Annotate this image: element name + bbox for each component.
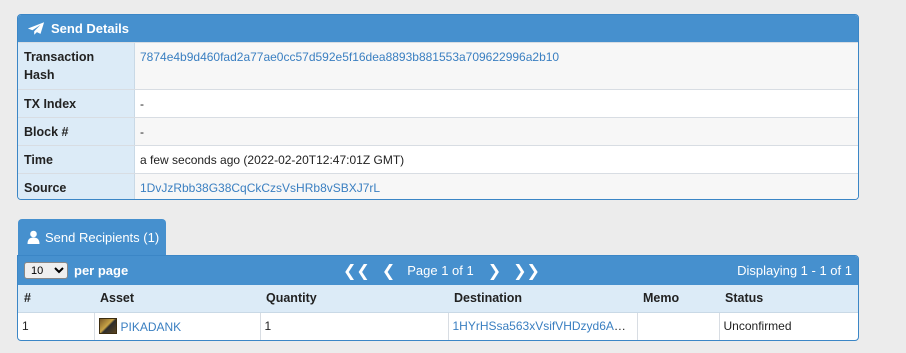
detail-label: Block #	[18, 118, 135, 145]
detail-value: a few seconds ago (2022-02-20T12:47:01Z …	[140, 153, 405, 167]
last-page-button[interactable]: ❯❯	[513, 261, 540, 281]
destination-link[interactable]: 1HYrHSsa563xVsifVHDzyd6Ab3pgCjV5Ns	[453, 319, 637, 333]
detail-label: Transaction Hash	[18, 43, 135, 89]
cell-quantity: 1	[260, 312, 449, 340]
send-details-header: Send Details	[18, 15, 858, 42]
detail-row-block: Block # -	[18, 117, 858, 145]
page-indicator: Page 1 of 1	[407, 263, 474, 278]
tab-send-recipients[interactable]: Send Recipients (1)	[18, 219, 166, 255]
column-header-quantity[interactable]: Quantity	[260, 285, 448, 313]
asset-link[interactable]: PIKADANK	[121, 320, 182, 334]
transaction-hash-link[interactable]: 7874e4b9d460fad2a77ae0cc57d592e5f16dea88…	[140, 50, 559, 64]
cell-status: Unconfirmed	[723, 319, 792, 334]
send-details-title: Send Details	[51, 21, 130, 36]
column-header-asset[interactable]: Asset	[94, 285, 260, 313]
per-page-select[interactable]: 10	[24, 262, 68, 279]
send-details-panel: Send Details Transaction Hash 7874e4b9d4…	[17, 14, 859, 200]
cell-asset: PIKADANK	[94, 312, 261, 340]
detail-label: Source	[18, 174, 135, 199]
table-row: 1 PIKADANK 1 1HYrHSsa563xVsifVHDzyd6Ab3p…	[18, 312, 858, 340]
detail-value: -	[135, 118, 858, 145]
detail-label: Time	[18, 146, 135, 173]
column-header-status[interactable]: Status	[719, 285, 858, 313]
table-header-row: # Asset Quantity Destination Memo Status	[18, 285, 858, 313]
detail-row-source: Source 1DvJzRbb38G38CqCkCzsVsHRb8vSBXJ7r…	[18, 173, 858, 199]
recipients-table: # Asset Quantity Destination Memo Status…	[18, 285, 858, 340]
per-page-label: per page	[74, 263, 129, 278]
column-header-memo[interactable]: Memo	[637, 285, 719, 313]
cell-memo	[637, 312, 720, 340]
column-header-index[interactable]: #	[18, 285, 94, 313]
detail-value: -	[140, 97, 144, 111]
detail-label: TX Index	[18, 90, 135, 117]
first-page-button[interactable]: ❮❮	[343, 261, 370, 281]
cell-index: 1	[18, 312, 95, 340]
recipients-grid: 10 per page ❮❮ ❮ Page 1 of 1 ❯ ❯❯ Displa…	[17, 255, 859, 341]
prev-page-button[interactable]: ❮	[382, 261, 395, 281]
tab-label: Send Recipients (1)	[45, 229, 160, 245]
user-icon	[27, 230, 40, 244]
detail-row-time: Time a few seconds ago (2022-02-20T12:47…	[18, 145, 858, 173]
detail-row-tx-index: TX Index -	[18, 89, 858, 117]
paper-plane-icon	[27, 22, 45, 35]
asset-icon	[98, 318, 117, 335]
source-address-link[interactable]: 1DvJzRbb38G38CqCkCzsVsHRb8vSBXJ7rL	[140, 181, 380, 195]
detail-row-hash: Transaction Hash 7874e4b9d460fad2a77ae0c…	[18, 42, 858, 89]
column-header-destination[interactable]: Destination	[448, 285, 637, 313]
displaying-count: Displaying 1 - 1 of 1	[737, 263, 852, 278]
pager-nav: ❮❮ ❮ Page 1 of 1 ❯ ❯❯	[343, 256, 540, 285]
pager-bar: 10 per page ❮❮ ❮ Page 1 of 1 ❯ ❯❯ Displa…	[18, 256, 858, 285]
next-page-button[interactable]: ❯	[488, 261, 501, 281]
cell-destination: 1HYrHSsa563xVsifVHDzyd6Ab3pgCjV5Ns	[448, 312, 638, 340]
